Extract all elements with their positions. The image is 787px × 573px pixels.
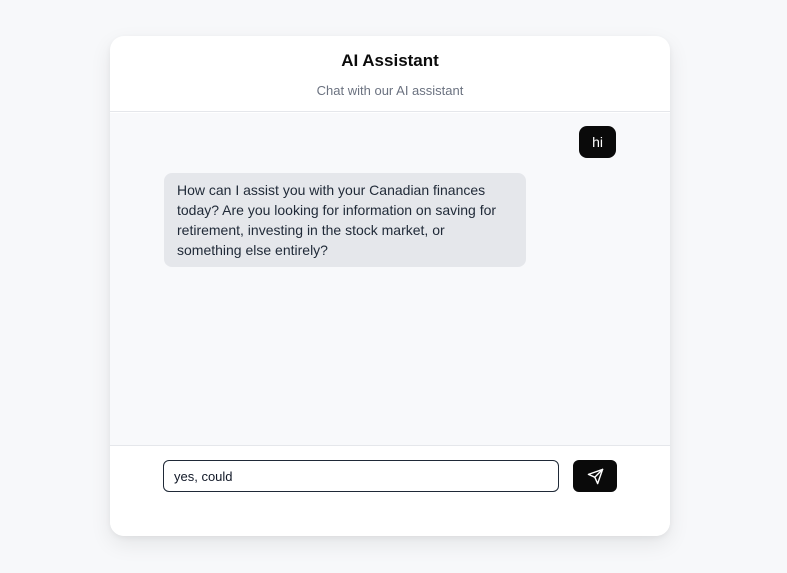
message-list[interactable]: hi How can I assist you with your Canadi… bbox=[110, 113, 670, 446]
chat-card: AI Assistant Chat with our AI assistant … bbox=[110, 36, 670, 536]
send-button[interactable] bbox=[573, 460, 617, 492]
send-icon bbox=[587, 468, 604, 485]
assistant-message: How can I assist you with your Canadian … bbox=[164, 173, 526, 267]
user-message: hi bbox=[579, 126, 616, 158]
message-input[interactable] bbox=[163, 460, 559, 492]
chat-header: AI Assistant Chat with our AI assistant bbox=[110, 36, 670, 112]
page-title: AI Assistant bbox=[341, 51, 439, 70]
message-composer bbox=[110, 446, 670, 536]
page-subtitle: Chat with our AI assistant bbox=[316, 83, 464, 98]
